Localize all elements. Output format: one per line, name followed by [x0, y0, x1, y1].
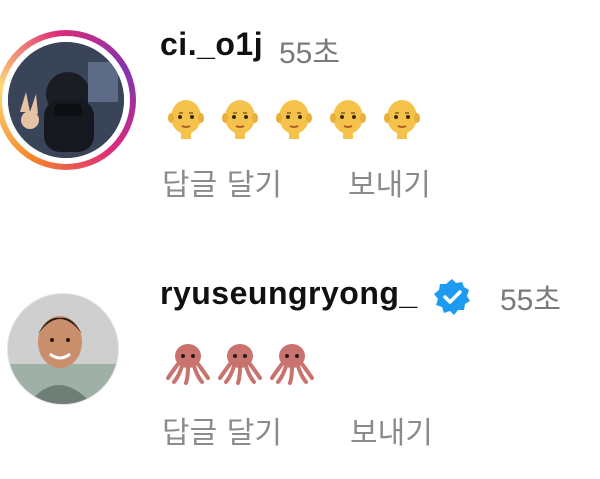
verified-badge-icon: [432, 277, 472, 317]
comment-username[interactable]: ryuseungryong_: [160, 275, 418, 312]
bald-man-icon: [222, 100, 258, 139]
avatar-photo-icon: [8, 42, 124, 158]
octopus-icon: [270, 344, 314, 385]
send-button[interactable]: 보내기: [350, 408, 433, 452]
comment-emoji-row: [164, 340, 316, 388]
comment-timestamp: 55초: [279, 37, 340, 70]
octopus-icon: [218, 344, 262, 385]
send-button[interactable]: 보내기: [348, 160, 431, 204]
reply-button[interactable]: 답글 달기: [162, 408, 282, 452]
octopus-icon: [166, 344, 210, 385]
story-avatar[interactable]: [0, 30, 136, 170]
bald-man-icon: [384, 100, 420, 139]
bald-man-icon: [330, 100, 366, 139]
bald-man-icon: [276, 100, 312, 139]
reply-button[interactable]: 답글 달기: [162, 160, 282, 204]
comment-emoji-row: [164, 95, 424, 139]
avatar-photo-icon: [8, 294, 118, 404]
avatar-photo: [8, 42, 124, 158]
comment-username[interactable]: ci._o1j: [160, 26, 263, 63]
comment-item: ryuseungryong_ 55초 답글 달기 보내기: [0, 240, 600, 479]
comment-item: ci._o1j 55초 답글 달기 보내기: [0, 0, 600, 240]
comments-list: ci._o1j 55초 답글 달기 보내기 ryuseungryong_ 55초…: [0, 0, 600, 479]
bald-man-icon: [168, 100, 204, 139]
avatar[interactable]: [7, 293, 119, 405]
comment-timestamp: 55초: [500, 284, 561, 317]
